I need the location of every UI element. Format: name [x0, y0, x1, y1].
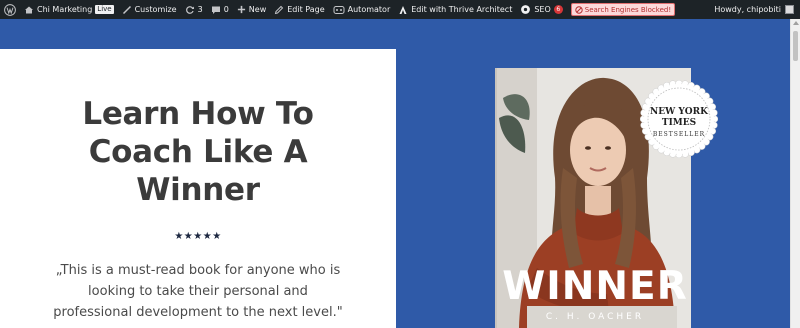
- seo-menu[interactable]: SEO 6: [516, 0, 566, 19]
- customize-link[interactable]: Customize: [118, 0, 181, 19]
- seo-count-badge: 6: [553, 5, 563, 14]
- comments-link[interactable]: 0: [207, 0, 233, 19]
- customize-label: Customize: [134, 5, 177, 14]
- site-name-menu[interactable]: Chi Marketing Live: [20, 0, 118, 19]
- automator-icon: [333, 5, 345, 14]
- wp-admin-bar: Chi Marketing Live Customize 3 0 New Edi…: [0, 0, 800, 19]
- hero-title: Learn How To Coach Like A Winner: [82, 96, 314, 208]
- new-content-menu[interactable]: New: [233, 0, 270, 19]
- blocked-pill: Search Engines Blocked!: [570, 3, 676, 16]
- edit-page-label: Edit Page: [287, 5, 325, 14]
- comment-icon: [211, 6, 220, 14]
- seal-subtitle: BESTSELLER: [652, 131, 706, 138]
- thrive-icon: [399, 5, 407, 14]
- wordpress-logo-icon: [4, 3, 16, 16]
- seal-line1: NEW YORK: [650, 107, 708, 117]
- thrive-label: Edit with Thrive Architect: [411, 5, 513, 14]
- pencil-icon: [275, 5, 284, 14]
- cover-author: C. H. OACHER: [545, 312, 645, 322]
- seo-gear-icon: [521, 5, 531, 14]
- updates-link[interactable]: 3: [181, 0, 207, 19]
- updates-icon: [185, 5, 194, 14]
- search-engines-blocked-notice[interactable]: Search Engines Blocked!: [567, 0, 679, 19]
- automator-menu[interactable]: Automator: [329, 0, 395, 19]
- howdy-label: Howdy, chipobiti: [714, 5, 781, 14]
- seo-label: SEO: [534, 5, 551, 14]
- scroll-thumb[interactable]: [793, 31, 798, 61]
- page-scrollbar[interactable]: [790, 19, 800, 328]
- blocked-label: Search Engines Blocked!: [584, 5, 672, 14]
- site-name: Chi Marketing: [37, 5, 93, 14]
- star-rating: ★★★★★: [174, 231, 222, 242]
- cover-title: WINNER: [502, 264, 688, 309]
- new-label: New: [248, 5, 267, 14]
- blocked-icon: [575, 5, 583, 14]
- scroll-up-arrow-icon[interactable]: [793, 21, 799, 25]
- plus-icon: [237, 5, 245, 14]
- testimonial-quote: „This is a must-read book for anyone who…: [53, 263, 343, 320]
- bestseller-seal: NEW YORK TIMES BESTSELLER: [639, 79, 719, 159]
- seal-title: NEW YORK TIMES: [640, 107, 718, 129]
- home-icon: [25, 6, 33, 13]
- thrive-architect-link[interactable]: Edit with Thrive Architect: [394, 0, 516, 19]
- updates-count: 3: [197, 5, 203, 14]
- live-badge: Live: [95, 5, 114, 14]
- brush-icon: [122, 5, 131, 14]
- account-menu[interactable]: Howdy, chipobiti: [714, 5, 800, 14]
- wordpress-logo-menu[interactable]: [0, 0, 20, 19]
- seal-line2: TIMES: [661, 118, 697, 128]
- edit-page-link[interactable]: Edit Page: [270, 0, 328, 19]
- hero-card: Learn How To Coach Like A Winner ★★★★★ „…: [0, 49, 396, 328]
- automator-label: Automator: [347, 5, 391, 14]
- avatar: [785, 5, 794, 14]
- comments-count: 0: [223, 5, 229, 14]
